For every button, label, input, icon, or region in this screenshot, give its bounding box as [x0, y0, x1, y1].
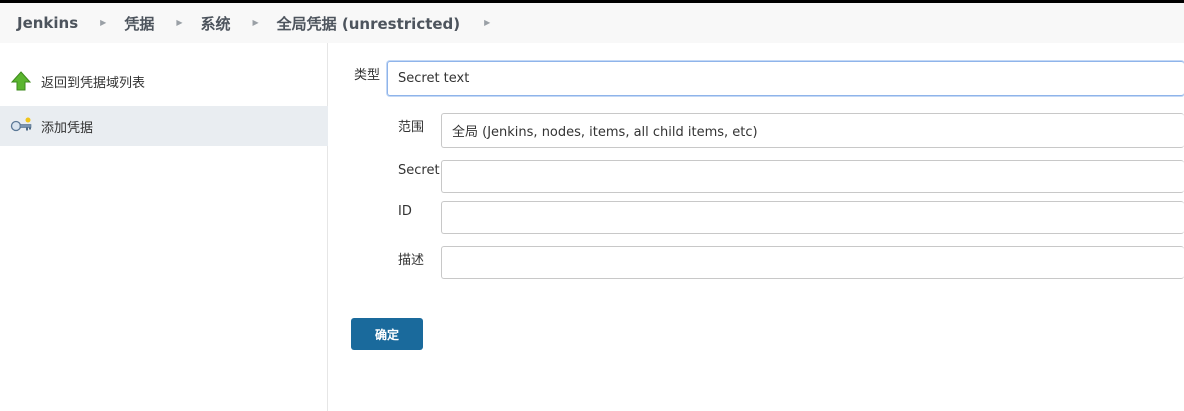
chevron-right-icon[interactable]: ▶ [176, 18, 182, 27]
kind-label: 类型 [354, 68, 381, 83]
kind-select[interactable]: Secret text [387, 61, 1184, 96]
task-add-credentials[interactable]: 添加凭据 [0, 106, 328, 146]
scope-label: 范围 [398, 120, 425, 135]
task-label: 添加凭据 [41, 120, 94, 136]
secret-label: Secret [398, 163, 440, 178]
breadcrumb: Jenkins ▶ 凭据 ▶ 系统 ▶ 全局凭据 (unrestricted) … [0, 3, 1184, 43]
breadcrumb-system[interactable]: 系统 [201, 13, 231, 34]
kind-select-value: Secret text [398, 71, 470, 86]
key-icon [10, 115, 32, 137]
id-label: ID [398, 204, 412, 219]
scope-select[interactable]: 全局 (Jenkins, nodes, items, all child ite… [441, 113, 1184, 148]
chevron-right-icon[interactable]: ▶ [253, 18, 259, 27]
secret-field[interactable] [441, 160, 1184, 193]
breadcrumb-credentials[interactable]: 凭据 [124, 13, 154, 34]
breadcrumb-global-credentials[interactable]: 全局凭据 (unrestricted) [277, 13, 460, 34]
id-field[interactable] [441, 201, 1184, 234]
task-back-to-domains[interactable]: 返回到凭据域列表 [0, 61, 328, 101]
up-arrow-icon [10, 70, 32, 92]
scope-select-value: 全局 (Jenkins, nodes, items, all child ite… [452, 125, 758, 140]
description-label: 描述 [398, 253, 425, 268]
side-panel: 返回到凭据域列表 添加凭据 [0, 43, 328, 411]
breadcrumb-jenkins[interactable]: Jenkins [17, 14, 78, 32]
chevron-right-icon[interactable]: ▶ [100, 18, 106, 27]
description-field[interactable] [441, 246, 1184, 279]
ok-button[interactable]: 确定 [351, 318, 423, 350]
chevron-right-icon[interactable]: ▶ [484, 18, 490, 27]
task-label: 返回到凭据域列表 [41, 75, 146, 91]
credential-form: 类型 Secret text 范围 全局 (Jenkins, nodes, it… [329, 43, 1184, 411]
